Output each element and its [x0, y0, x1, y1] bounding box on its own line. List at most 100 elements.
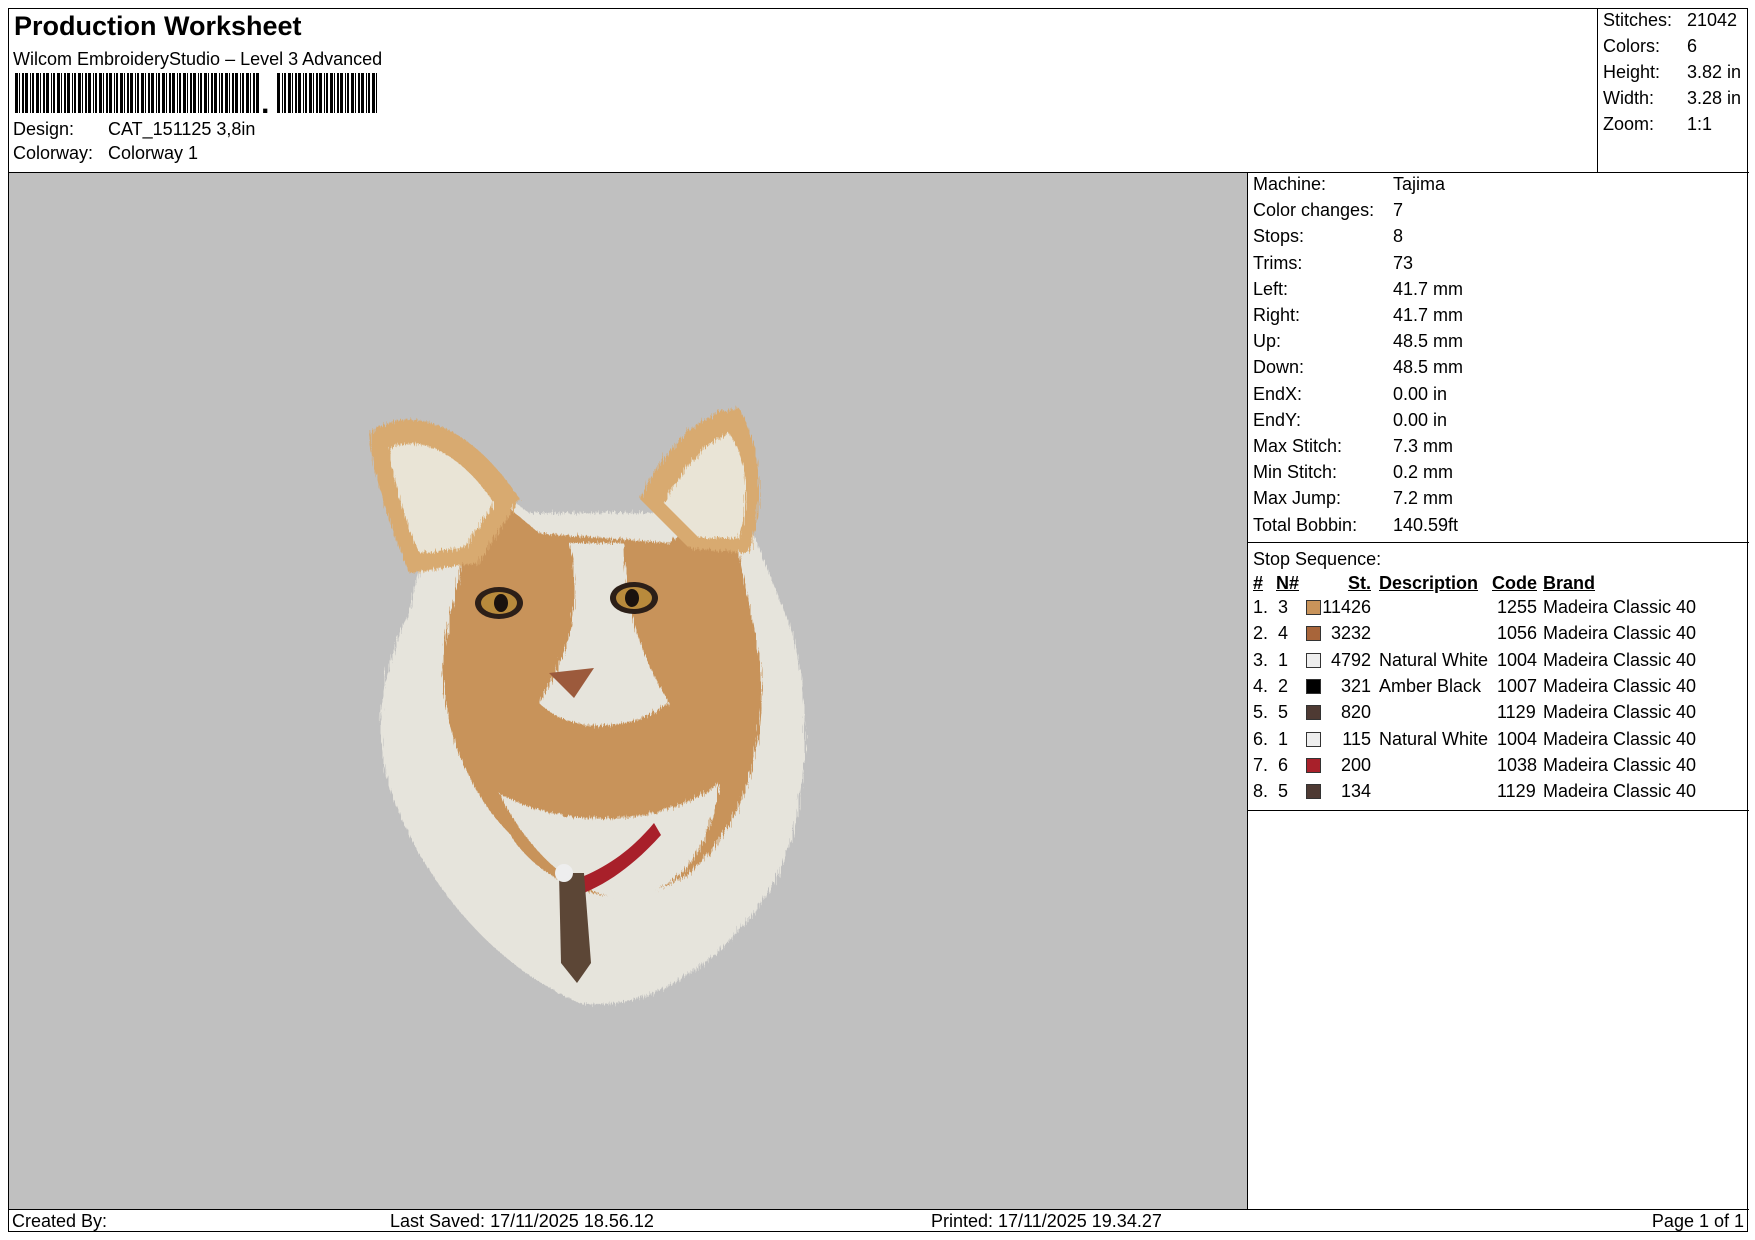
design-stats: Stitches: 21042 Colors: 6 Height: 3.82 in W…	[1598, 9, 1749, 173]
barcode-bar	[190, 73, 192, 113]
machine-info-label: Max Stitch:	[1253, 436, 1343, 456]
barcode-bar	[253, 73, 255, 113]
barcode-text: ,	[261, 87, 269, 113]
created-by: Created By:	[12, 1211, 108, 1231]
row-num: 7.	[1253, 754, 1269, 775]
barcode-bar	[43, 73, 45, 113]
stat-value: 3.82 in	[1687, 62, 1742, 82]
barcode-bar	[211, 73, 213, 113]
row-brand: Madeira Classic 40	[1543, 728, 1697, 749]
stat-value: 3.28 in	[1687, 88, 1742, 108]
barcode-bar	[368, 73, 370, 113]
color-swatch	[1306, 705, 1321, 721]
barcode-bar	[166, 73, 167, 113]
machine-info-label: Up:	[1253, 331, 1282, 352]
stat-width: Width: 3.28 in	[1603, 88, 1741, 109]
machine-info-value: 0.00 in	[1393, 383, 1448, 404]
machine-info-value: 48.5 mm	[1393, 331, 1464, 352]
barcode-bar	[106, 73, 108, 113]
barcode-bar	[219, 73, 220, 113]
color-swatch	[1306, 757, 1321, 773]
row-needle: 5	[1278, 781, 1289, 802]
row-needle: 6	[1278, 754, 1289, 775]
barcode-bar	[250, 73, 251, 113]
barcode-bar	[109, 73, 112, 113]
barcode-bar	[225, 73, 228, 113]
color-swatch	[1306, 784, 1321, 800]
machine-info-label: Trims:	[1253, 252, 1303, 273]
barcode-bar	[127, 73, 129, 113]
barcode-bar	[88, 73, 91, 113]
stop-sequence: Stop Sequence: # N# St. Description Code…	[1248, 543, 1749, 811]
row-num: 5.	[1253, 702, 1269, 723]
stat-colors: Colors: 6	[1603, 36, 1697, 57]
barcode-bar	[324, 73, 325, 113]
row-brand: Madeira Classic 40	[1543, 675, 1697, 696]
row-code: 1255	[1497, 597, 1538, 617]
row-num: 8.	[1253, 781, 1269, 802]
barcode-bar	[292, 73, 293, 113]
stat-label: Zoom:	[1603, 114, 1655, 134]
machine-info-value: 73	[1393, 252, 1414, 273]
machine-info-label: Left:	[1253, 278, 1289, 299]
stat-value: 21042	[1687, 10, 1738, 30]
barcode-bar	[240, 73, 241, 113]
barcode-bar	[351, 73, 354, 113]
machine-info-row: Trims: 73	[1253, 253, 1413, 274]
machine-info-row: Max Jump: 7.2 mm	[1253, 488, 1453, 509]
machine-info-value: 41.7 mm	[1393, 305, 1464, 325]
barcode-bar	[193, 73, 196, 113]
barcode-bar	[40, 73, 41, 113]
barcode-bar	[135, 73, 136, 113]
barcode-bar	[22, 73, 24, 113]
row-num: 2.	[1253, 623, 1269, 644]
barcode-bar	[19, 73, 20, 113]
machine-info-value: Tajima	[1393, 174, 1446, 194]
barcode-bar	[204, 73, 207, 113]
page-title: Production Worksheet	[14, 11, 302, 41]
row-code: 1004	[1497, 649, 1538, 670]
colorway-value: Colorway 1	[108, 143, 199, 163]
software-name: Wilcom EmbroideryStudio – Level 3 Advanc…	[13, 49, 383, 69]
barcode-bar	[179, 73, 181, 113]
row-needle: 2	[1278, 675, 1289, 696]
barcode-bar	[67, 73, 70, 113]
barcode-bar	[319, 73, 322, 113]
row-code: 1038	[1497, 754, 1538, 775]
color-swatch	[1306, 652, 1321, 668]
row-code: 1129	[1497, 781, 1536, 802]
barcode-bar	[72, 73, 73, 113]
machine-info-row: Machine: Tajima	[1253, 174, 1445, 195]
design-label: Design:	[13, 119, 75, 139]
barcode-bar	[74, 73, 76, 113]
barcode-bar	[177, 73, 178, 113]
machine-info-value: 0.2 mm	[1393, 462, 1454, 483]
barcode-bar	[25, 73, 28, 113]
machine-info-row: Total Bobbin: 140.59ft	[1253, 515, 1458, 536]
barcode-bar	[229, 73, 230, 113]
barcode-bar	[114, 73, 115, 113]
printed-date: Printed: 17/11/2025 19.34.27	[931, 1211, 1162, 1231]
barcode-bar	[334, 73, 335, 113]
barcode-bar	[200, 73, 202, 113]
row-num: 3.	[1253, 649, 1269, 670]
barcode-bar	[232, 73, 234, 113]
row-code: 1007	[1497, 675, 1538, 696]
row-needle: 1	[1278, 649, 1289, 670]
barcode-bar	[53, 73, 55, 113]
barcode: ,	[15, 73, 377, 113]
machine-info-row: Right: 41.7 mm	[1253, 305, 1463, 326]
machine-info-label: Min Stitch:	[1253, 462, 1338, 483]
barcode-bar	[242, 73, 244, 113]
barcode-bar	[64, 73, 66, 113]
barcode-bar	[295, 73, 297, 113]
barcode-bar	[355, 73, 356, 113]
barcode-bar	[187, 73, 188, 113]
stat-label: Width:	[1603, 88, 1655, 108]
machine-info-label: Total Bobbin:	[1253, 514, 1358, 535]
barcode-bar	[256, 73, 259, 113]
machine-info-row: EndX: 0.00 in	[1253, 384, 1447, 405]
row-stitches: 4792	[1330, 649, 1371, 670]
row-needle: 3	[1278, 597, 1289, 617]
header-stitches: St.	[1347, 573, 1371, 593]
